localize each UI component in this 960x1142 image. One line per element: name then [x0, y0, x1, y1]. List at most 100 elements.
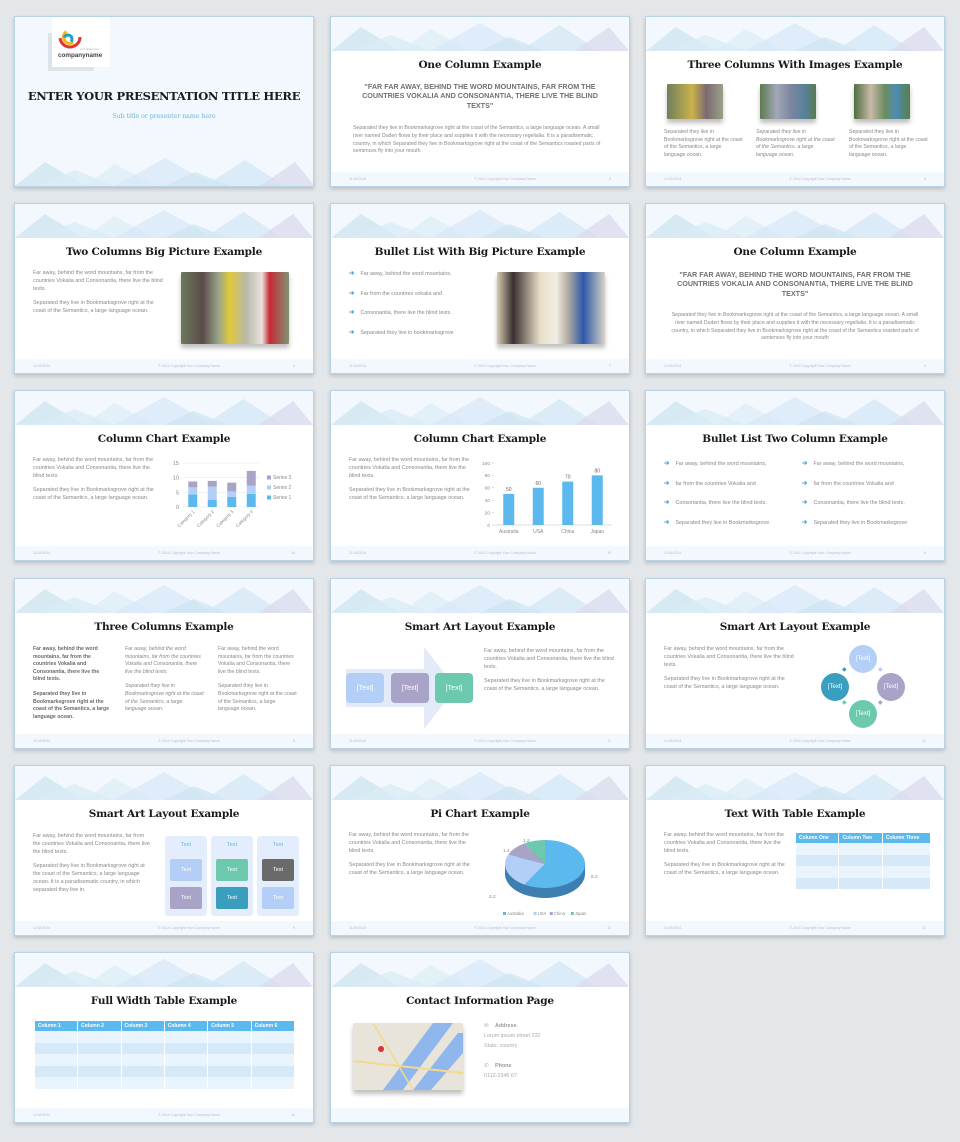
- y-tick-label: 40: [485, 498, 491, 504]
- cycle-arrow-icon: ◆: [842, 667, 847, 673]
- body-text: Far away, behind the word mountains, far…: [33, 457, 154, 502]
- process-box-2: [Text]: [391, 673, 429, 703]
- slide-text-with-table[interactable]: Text With Table Example Far away, behind…: [645, 765, 945, 936]
- slide-smart-art-cycle[interactable]: Smart Art Layout Example Far away, behin…: [645, 578, 945, 749]
- table-row: [796, 877, 932, 889]
- slide-one-column-2[interactable]: One Column Example "FAR FAR AWAY, BEHIND…: [645, 203, 945, 374]
- slide-pie-chart[interactable]: Pi Chart Example Far away, behind the wo…: [330, 765, 630, 936]
- slide-footer: 11/18/2014 © 2014 Copyright Your Company …: [331, 921, 629, 935]
- cycle-circle-right: [Text]: [877, 673, 905, 701]
- mountains-decoration: [646, 23, 944, 51]
- table-cell: [251, 1077, 296, 1089]
- slide-one-column[interactable]: One Column Example "FAR FAR AWAY, BEHIND…: [330, 16, 630, 187]
- slide-contact-information[interactable]: Contact Information Page ✉ Address Lorum…: [330, 952, 630, 1123]
- smart-art-cell: Text: [216, 887, 248, 909]
- table-cell: [77, 1031, 122, 1043]
- x-tick-label: Category 1: [176, 509, 195, 528]
- table-cell: [35, 1065, 79, 1077]
- slide-three-columns[interactable]: Three Columns Example Far away, behind t…: [14, 578, 314, 749]
- table-cell: [77, 1077, 122, 1089]
- slide-three-columns-images[interactable]: Three Columns With Images Example Separa…: [645, 16, 945, 187]
- table-cell: [35, 1042, 79, 1054]
- slide-title: Bullet List Two Column Example: [702, 433, 888, 445]
- address-line-2: State, country: [484, 1043, 518, 1049]
- slide-smart-art-grid[interactable]: Smart Art Layout Example Far away, behin…: [14, 765, 314, 936]
- legend-swatch: [533, 912, 537, 915]
- column-header: Column Three: [882, 833, 932, 843]
- data-label: 60: [535, 481, 541, 487]
- column-header: Column 4: [164, 1021, 209, 1031]
- table-row: [796, 843, 932, 855]
- slide-title: Contact Information Page: [406, 995, 554, 1007]
- column-header: Column 3: [121, 1021, 165, 1031]
- logo-text: companyname: [58, 52, 103, 59]
- body-text: Far away, behind the word mountains, far…: [664, 646, 794, 691]
- table-cell: [838, 854, 883, 866]
- y-tick-label: 5: [176, 490, 179, 496]
- mountains-decoration: [15, 210, 313, 238]
- presentation-title: ENTER YOUR PRESENTATION TITLE HERE: [27, 89, 301, 103]
- table-cell: [207, 1042, 252, 1054]
- slide-footer: 11/18/2014 © 2014 Copyright Your Company …: [331, 734, 629, 748]
- column-header: Column 1: [35, 1021, 79, 1031]
- legend-swatch: [267, 495, 271, 500]
- table-row: [35, 1054, 296, 1066]
- slide-footer: 11/18/2014 © 2014 Copyright Your Company …: [331, 546, 629, 560]
- data-label: 50: [506, 487, 512, 493]
- slide-title[interactable]: your slogan here companyname ENTER YOUR …: [14, 16, 314, 187]
- table-cell: [35, 1077, 79, 1089]
- y-tick-label: 0: [176, 505, 179, 511]
- smart-art-column: Text Text Text: [165, 836, 207, 916]
- slide-footer: 11/18/2014 © 2014 Copyright Your Company …: [15, 921, 313, 935]
- smart-art-cell: Text: [170, 887, 202, 909]
- bullet-item: ➔ Consonantia, there live the blind texts…: [664, 499, 767, 506]
- y-tick-label: 0: [487, 523, 490, 529]
- bar-segment: [227, 482, 237, 492]
- smart-art-column: Text Text Text: [257, 836, 299, 916]
- slide-title: Column Chart Example: [413, 433, 547, 445]
- table-cell: [838, 877, 883, 889]
- slide-full-width-table[interactable]: Full Width Table Example Column 1 Column …: [14, 952, 314, 1123]
- arrow-icon: ➔: [664, 518, 670, 526]
- table-row: [35, 1077, 296, 1089]
- table-cell: [251, 1065, 296, 1077]
- slide-title: Smart Art Layout Example: [719, 621, 871, 633]
- mountains-decoration: [646, 585, 944, 613]
- table-cell: [796, 866, 840, 878]
- photo-group-2: [760, 84, 816, 119]
- column-1-text: Far away, behind the word mountains, far…: [33, 646, 110, 720]
- data-label: 8.2: [591, 874, 598, 880]
- column-header: Column One: [796, 833, 840, 843]
- x-tick-label: Category 4: [235, 509, 254, 528]
- table-cell: [121, 1065, 165, 1077]
- body-text: Far away, behind the word mountains, far…: [33, 270, 163, 315]
- slide-column-chart[interactable]: Column Chart Example Far away, behind th…: [330, 390, 630, 561]
- slide-bullet-two-column[interactable]: Bullet List Two Column Example ➔ Far away…: [645, 390, 945, 561]
- slide-bullet-big-picture[interactable]: Bullet List With Big Picture Example ➔ Fa…: [330, 203, 630, 374]
- y-tick-label: 10: [173, 476, 179, 482]
- mountains-decoration: [331, 772, 629, 800]
- quote-text: "FAR FAR AWAY, BEHIND THE WORD MOUNTAINS…: [677, 270, 913, 298]
- slide-two-columns-big-picture[interactable]: Two Columns Big Picture Example Far away…: [14, 203, 314, 374]
- column-header: Column 5: [207, 1021, 252, 1031]
- mountains-decoration: [15, 959, 313, 987]
- arrow-icon: ➔: [664, 479, 670, 487]
- smart-art-cell: Text: [216, 859, 248, 881]
- phone-number: 0112-2346 67: [484, 1073, 517, 1079]
- table-cell: [77, 1054, 122, 1066]
- slide-stacked-column-chart[interactable]: Column Chart Example Far away, behind th…: [14, 390, 314, 561]
- slide-smart-art-process[interactable]: Smart Art Layout Example [Text] [Text] […: [330, 578, 630, 749]
- table-cell: [207, 1054, 252, 1066]
- body-text: Far away, behind the word mountains, far…: [664, 832, 785, 877]
- table-cell: [207, 1077, 252, 1089]
- photo-group-3: [854, 84, 910, 119]
- x-tick-label: Category 3: [215, 509, 234, 528]
- table-cell: [164, 1065, 209, 1077]
- smart-art-column: Text Text Text: [211, 836, 253, 916]
- slide-title: Two Columns Big Picture Example: [65, 246, 263, 258]
- arrow-icon: ➔: [802, 518, 808, 526]
- arrow-icon: ➔: [664, 460, 670, 467]
- table-cell: [77, 1042, 122, 1054]
- bullet-item: ➔ Consonantia, there live the blind texts…: [349, 309, 452, 316]
- logo-box: your slogan here companyname: [52, 17, 110, 67]
